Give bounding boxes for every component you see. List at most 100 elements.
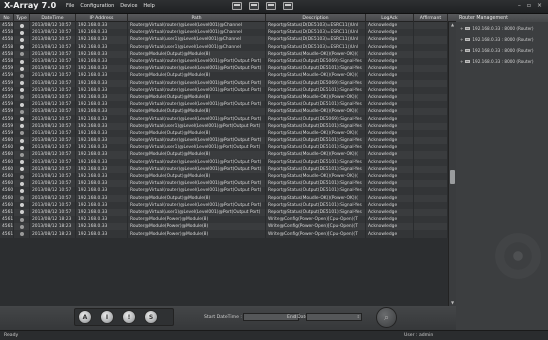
- row-type: [14, 151, 30, 159]
- row-logack: Acknowledge: [366, 201, 414, 209]
- row-datetime: 2013/08/12 10:57: [30, 86, 76, 94]
- layout-4-icon[interactable]: [283, 2, 293, 10]
- menu-file[interactable]: File: [66, 3, 74, 9]
- table-row[interactable]: 45589 2013/08/12 10:57192.168.0.33Router@…: [0, 57, 448, 66]
- expand-icon[interactable]: +: [460, 48, 463, 53]
- col-path[interactable]: Path: [128, 14, 266, 22]
- table-row[interactable]: 45590 2013/08/12 10:57192.168.0.33Router@…: [0, 65, 448, 73]
- table-row[interactable]: 45609 2013/08/12 10:57192.168.0.33Router@…: [0, 201, 448, 209]
- tree-item-router[interactable]: +192.168.0.33 : 8000 (Router): [456, 34, 548, 45]
- log-type-icon: [19, 152, 24, 157]
- filter-info-button[interactable]: I: [100, 310, 114, 324]
- table-row[interactable]: 45601 2013/08/12 10:57192.168.0.33Router@…: [0, 144, 448, 152]
- row-ip: 192.168.0.33: [76, 180, 128, 188]
- menu-help[interactable]: Help: [143, 3, 154, 9]
- expand-icon[interactable]: +: [460, 26, 463, 31]
- table-row[interactable]: 45598 2013/08/12 10:57192.168.0.33Router@…: [0, 122, 448, 130]
- col-ip[interactable]: IP Address: [76, 14, 128, 22]
- log-type-icon: [19, 203, 24, 208]
- row-affirmant: [414, 223, 448, 231]
- table-row[interactable]: 45602 2013/08/12 10:57192.168.0.33Router@…: [0, 151, 448, 159]
- col-datetime[interactable]: DateTime: [30, 14, 76, 22]
- table-row[interactable]: 45606 2013/08/12 10:57192.168.0.33Router@…: [0, 180, 448, 188]
- tree-item-label: 192.168.0.33 : 8000 (Router): [472, 59, 534, 64]
- row-no: 45607: [2, 187, 14, 195]
- table-row[interactable]: 45591 2013/08/12 10:57192.168.0.33Router@…: [0, 72, 448, 80]
- table-row[interactable]: 45597 2013/08/12 10:57192.168.0.33Router@…: [0, 115, 448, 123]
- scroll-down-icon[interactable]: ▼: [450, 301, 455, 305]
- filter-status-button[interactable]: S: [144, 310, 158, 324]
- table-row[interactable]: 45596 2013/08/12 10:57192.168.0.33Router@…: [0, 108, 448, 116]
- expand-icon[interactable]: +: [460, 37, 463, 42]
- table-row[interactable]: 45583 2013/08/12 10:57192.168.0.33Router@…: [0, 22, 448, 30]
- router-management-panel: Router Management +192.168.0.33 : 8000 (…: [456, 14, 548, 330]
- vertical-scrollbar[interactable]: ▲ ▼: [448, 22, 456, 306]
- restore-button[interactable]: ▫: [527, 2, 531, 9]
- table-row[interactable]: 45608 2013/08/12 10:57192.168.0.33Router@…: [0, 194, 448, 202]
- row-description: Report@Status(Moudle-OK))(Power-OK))(: [266, 194, 366, 202]
- col-description[interactable]: Description: [266, 14, 366, 22]
- table-row[interactable]: 45604 2013/08/12 10:57192.168.0.33Router@…: [0, 165, 448, 173]
- row-path: Router@Virtual(router)@Level(Level001)@P…: [128, 165, 266, 173]
- row-datetime: 2013/08/12 10:57: [30, 22, 76, 30]
- table-row[interactable]: 45613 2013/08/12 18:23192.168.0.33Router@…: [0, 230, 448, 238]
- end-datetime-input[interactable]: ⇕: [306, 313, 362, 321]
- row-ip: 192.168.0.33: [76, 50, 128, 58]
- row-type: [14, 187, 30, 195]
- menu-configuration[interactable]: Configuration: [80, 3, 114, 9]
- col-type[interactable]: Type: [14, 14, 30, 22]
- row-affirmant: [414, 230, 448, 238]
- table-row[interactable]: 45585 2013/08/12 10:57192.168.0.33Router@…: [0, 36, 448, 44]
- user-status: User : admin: [404, 333, 434, 338]
- table-row[interactable]: 45595 2013/08/12 10:57192.168.0.33Router@…: [0, 101, 448, 109]
- row-type: [14, 115, 30, 123]
- table-row[interactable]: 45605 2013/08/12 10:57192.168.0.33Router@…: [0, 172, 448, 181]
- row-logack: Acknowledge: [366, 187, 414, 195]
- row-no: 45610: [2, 208, 14, 217]
- row-path: Router@Virtual(router)@Level(Level001)@P…: [128, 79, 266, 87]
- minimize-button[interactable]: –: [518, 2, 521, 9]
- table-row[interactable]: 45588 2013/08/12 10:57192.168.0.33Router@…: [0, 50, 448, 58]
- filter-all-button[interactable]: A: [78, 310, 92, 324]
- row-path: Router@Virtual(router)@Level(Level001)@P…: [128, 115, 266, 123]
- row-no: 45601: [2, 144, 14, 152]
- table-row[interactable]: 45599 2013/08/12 10:57192.168.0.33Router@…: [0, 129, 448, 137]
- menu-device[interactable]: Device: [120, 3, 137, 9]
- table-row[interactable]: 45610 2013/08/12 10:57192.168.0.33Router@…: [0, 208, 448, 217]
- table-row[interactable]: 45584 2013/08/12 10:57192.168.0.33Router@…: [0, 29, 448, 37]
- table-row[interactable]: 45593 2013/08/12 10:57192.168.0.33Router@…: [0, 86, 448, 94]
- table-row[interactable]: 45603 2013/08/12 10:57192.168.0.33Router@…: [0, 158, 448, 166]
- search-button[interactable]: ⌕: [376, 307, 397, 328]
- spinner-icon[interactable]: ⇕: [357, 314, 360, 319]
- col-logack[interactable]: LogAck: [366, 14, 414, 22]
- table-row[interactable]: 45592 2013/08/12 10:57192.168.0.33Router@…: [0, 79, 448, 87]
- col-no[interactable]: No: [0, 14, 14, 22]
- table-row[interactable]: 45611 2013/08/12 18:23192.168.0.33Router@…: [0, 216, 448, 224]
- row-logack: Acknowledge: [366, 50, 414, 58]
- log-type-icon: [19, 232, 24, 237]
- table-row[interactable]: 45587 2013/08/12 10:57192.168.0.33Router@…: [0, 43, 448, 51]
- tree-item-router[interactable]: +192.168.0.33 : 8000 (Router): [456, 45, 548, 56]
- filter-warning-button[interactable]: !: [122, 310, 136, 324]
- tree-item-router[interactable]: +192.168.0.33 : 8000 (Router): [456, 56, 548, 67]
- table-row[interactable]: 45612 2013/08/12 18:23192.168.0.33Router@…: [0, 223, 448, 231]
- layout-2-icon[interactable]: [249, 2, 259, 10]
- table-row[interactable]: 45600 2013/08/12 10:57192.168.0.33Router@…: [0, 137, 448, 145]
- layout-3-icon[interactable]: [266, 2, 276, 10]
- table-row[interactable]: 45607 2013/08/12 10:57192.168.0.33Router@…: [0, 187, 448, 195]
- expand-icon[interactable]: +: [460, 59, 463, 64]
- row-affirmant: [414, 101, 448, 109]
- row-logack: Acknowledge: [366, 57, 414, 66]
- scroll-thumb[interactable]: [450, 170, 455, 184]
- close-button[interactable]: ×: [537, 2, 542, 9]
- log-type-icon: [19, 138, 24, 143]
- table-row[interactable]: 45594 2013/08/12 10:57192.168.0.33Router@…: [0, 93, 448, 102]
- layout-1-icon[interactable]: [232, 2, 242, 10]
- row-ip: 192.168.0.33: [76, 137, 128, 145]
- row-affirmant: [414, 57, 448, 66]
- row-description: Report@Status(D(DE5103)=ESRC11))Unl: [266, 29, 366, 37]
- col-affirmant[interactable]: Affirmant: [414, 14, 448, 22]
- tree-item-router[interactable]: +192.168.0.33 : 8000 (Router): [456, 23, 548, 34]
- row-logack: Acknowledge: [366, 216, 414, 224]
- scroll-up-icon[interactable]: ▲: [450, 23, 455, 27]
